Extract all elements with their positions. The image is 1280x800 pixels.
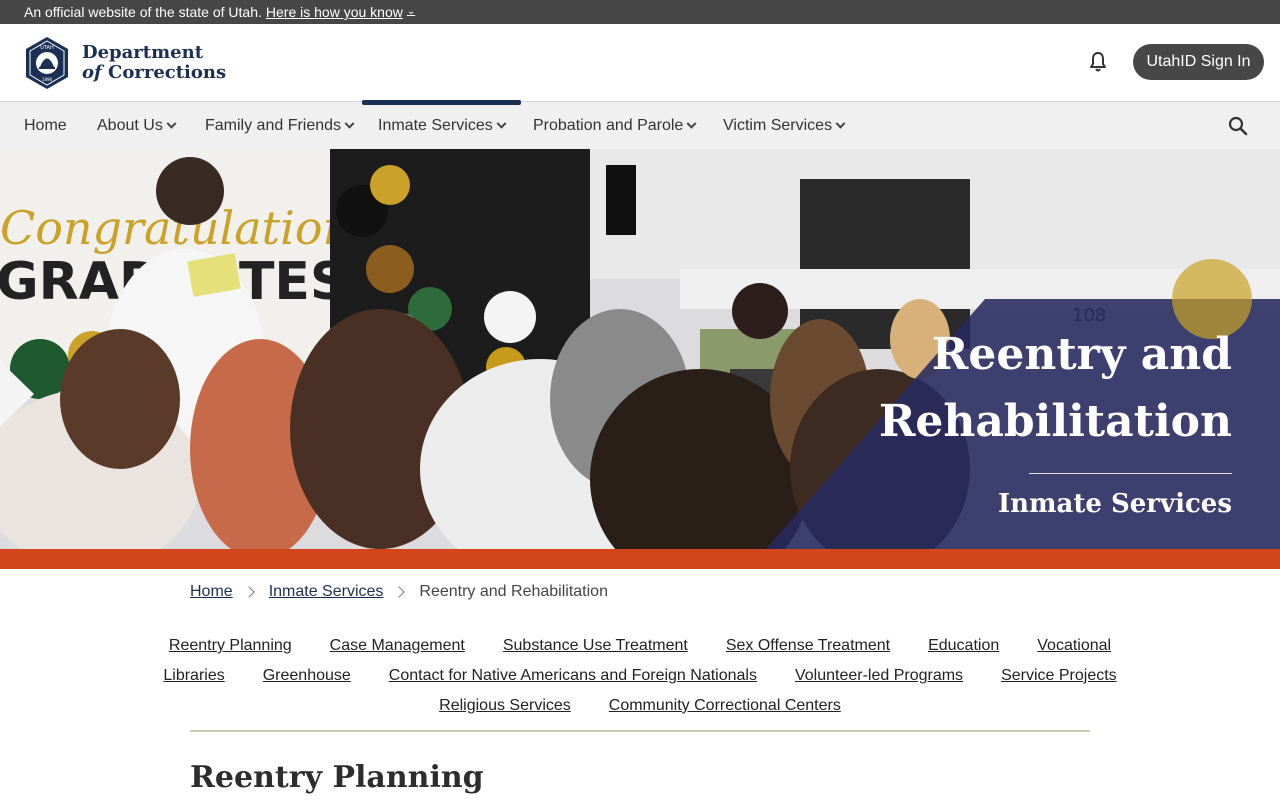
subnav-link-libraries[interactable]: Libraries [163,664,224,694]
breadcrumb-home-link[interactable]: Home [190,583,233,601]
logo-line-1: Department [82,42,204,63]
subnav-link-service-projects[interactable]: Service Projects [1001,664,1117,694]
notifications-bell-icon[interactable] [1086,50,1110,74]
official-site-banner: An official website of the state of Utah… [0,0,1280,24]
how-you-know-label: Here is how you know [265,4,403,20]
subnav-link-substance-use-treatment[interactable]: Substance Use Treatment [503,634,688,664]
site-logo[interactable]: UTAH 1896 Department of Corrections [24,36,226,90]
subnav-link-religious-services[interactable]: Religious Services [439,694,571,724]
chevron-right-icon [243,586,255,598]
main-navigation: Home About Us Family and Friends Inmate … [0,100,1280,149]
nav-item-probation-and-parole[interactable]: Probation and Parole [533,102,697,149]
search-icon[interactable] [1226,114,1250,138]
section-heading: Reentry Planning [190,760,484,795]
nav-item-label: About Us [97,117,163,134]
breadcrumb: Home Inmate Services Reentry and Rehabil… [190,581,608,603]
hero-accent-bar [0,549,1280,569]
nav-item-family-and-friends[interactable]: Family and Friends [205,102,355,149]
chevron-down-icon [835,118,846,129]
subnav-link-education[interactable]: Education [928,634,999,664]
chevron-down-icon [166,118,177,129]
site-header: UTAH 1896 Department of Corrections Utah… [0,24,1280,102]
section-subnav: Reentry Planning Case Management Substan… [163,634,1116,724]
chevron-down-icon [344,118,355,129]
hero-title: Reentry and Rehabilitation [812,321,1232,455]
subnav-link-volunteer-led-programs[interactable]: Volunteer-led Programs [795,664,963,694]
nav-item-label: Victim Services [723,117,833,134]
state-seal-icon: UTAH 1896 [26,37,68,89]
breadcrumb-inmate-services-link[interactable]: Inmate Services [269,583,384,601]
hero-title-line-1: Reentry and [931,329,1232,380]
subnav-link-greenhouse[interactable]: Greenhouse [263,664,351,694]
subnav-link-reentry-planning[interactable]: Reentry Planning [169,634,292,664]
subnav-row: Reentry Planning Case Management Substan… [169,634,1111,664]
logo-line-2-of: of [82,62,102,83]
nav-item-label: Family and Friends [205,117,342,134]
chevron-down-icon: ⌄ [406,6,416,17]
subnav-link-sex-offense-treatment[interactable]: Sex Offense Treatment [726,634,890,664]
nav-item-victim-services[interactable]: Victim Services [723,102,846,149]
logo-wordmark: Department of Corrections [82,43,226,83]
chevron-down-icon [686,118,697,129]
nav-item-inmate-services[interactable]: Inmate Services [362,100,521,149]
subnav-divider [190,730,1090,732]
utahid-sign-in-button[interactable]: UtahID Sign In [1133,44,1264,80]
seal-top-text: UTAH [40,45,54,51]
official-site-text: An official website of the state of Utah… [24,4,262,20]
subnav-link-vocational[interactable]: Vocational [1037,634,1111,664]
subnav-link-case-management[interactable]: Case Management [330,634,465,664]
nav-item-home[interactable]: Home [24,102,67,149]
hero-divider [1029,473,1232,474]
chevron-right-icon [393,586,406,598]
how-you-know-link[interactable]: Here is how you know ⌄ [266,0,415,24]
chevron-down-icon [496,118,507,129]
hero-banner: Congratulations GRADUATES 108 [0,149,1280,549]
logo-line-2-corrections: Corrections [108,62,227,83]
subnav-link-community-correctional-centers[interactable]: Community Correctional Centers [609,694,841,724]
nav-item-about-us[interactable]: About Us [97,102,177,149]
nav-item-label: Home [24,117,67,134]
subnav-row: Religious Services Community Correctiona… [190,694,1090,724]
subnav-link-native-americans-foreign-nationals[interactable]: Contact for Native Americans and Foreign… [389,664,757,694]
seal-bottom-text: 1896 [42,77,53,82]
logo-line-2: of Corrections [82,63,226,83]
breadcrumb-current: Reentry and Rehabilitation [419,583,608,600]
hero-subtitle: Inmate Services [997,489,1232,519]
hero-title-line-2: Rehabilitation [878,396,1232,447]
subnav-row: Libraries Greenhouse Contact for Native … [163,664,1116,694]
nav-item-label: Inmate Services [378,117,493,134]
nav-item-label: Probation and Parole [533,117,684,134]
